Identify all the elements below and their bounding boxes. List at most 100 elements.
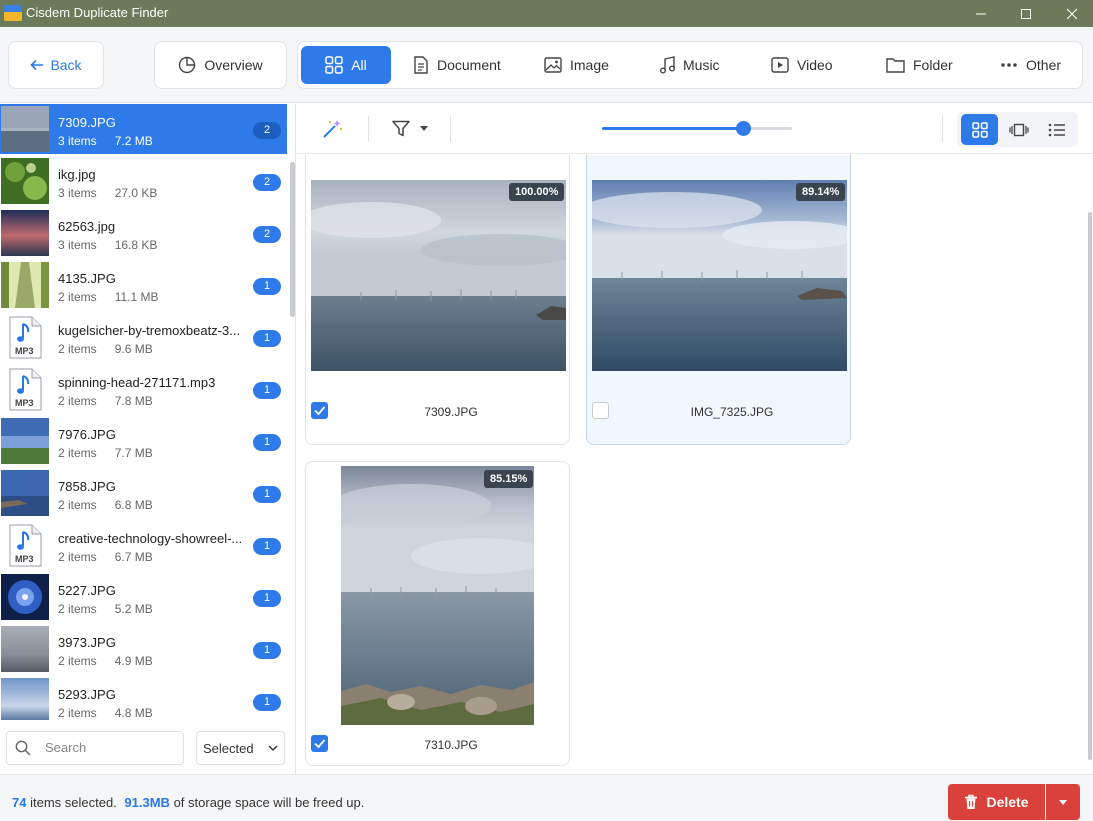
tab-document[interactable]: Document bbox=[413, 46, 501, 84]
count-badge: 1 bbox=[253, 382, 281, 399]
back-button[interactable]: Back bbox=[8, 41, 104, 89]
trash-icon bbox=[965, 794, 978, 809]
count-badge: 2 bbox=[253, 174, 281, 191]
duplicate-group-list: 7309.JPG 3 items 7.2 MB 2 ikg.jpg 3 items… bbox=[0, 104, 287, 720]
list-item[interactable]: ikg.jpg 3 items 27.0 KB 2 bbox=[0, 156, 287, 206]
thumbnail-image bbox=[1, 574, 49, 620]
delete-button[interactable]: Delete bbox=[948, 784, 1045, 820]
maximize-button[interactable] bbox=[1003, 0, 1049, 27]
thumbnail-image bbox=[1, 106, 49, 152]
sidebar-scrollbar[interactable] bbox=[290, 162, 295, 317]
list-item[interactable]: 3973.JPG 2 items 4.9 MB 1 bbox=[0, 624, 287, 674]
list-item[interactable]: MP3 creative-technology-showreel-... 2 i… bbox=[0, 520, 287, 570]
count-badge: 1 bbox=[253, 330, 281, 347]
count-badge: 2 bbox=[253, 226, 281, 243]
tab-image[interactable]: Image bbox=[544, 46, 609, 84]
window-title: Cisdem Duplicate Finder bbox=[26, 5, 169, 20]
item-meta: 3 items 27.0 KB bbox=[58, 186, 158, 200]
duplicate-files-grid: 100.00% 7309.JPG 89.14% IMG_7325.JPG 85.… bbox=[297, 155, 1093, 774]
close-icon bbox=[1066, 8, 1078, 19]
list-item[interactable]: 62563.jpg 3 items 16.8 KB 2 bbox=[0, 208, 287, 258]
view-mode-switch bbox=[957, 112, 1078, 147]
folder-icon bbox=[886, 58, 905, 73]
file-name: 7310.JPG bbox=[424, 738, 478, 752]
count-badge: 1 bbox=[253, 278, 281, 295]
select-checkbox[interactable] bbox=[311, 735, 328, 752]
list-item[interactable]: MP3 spinning-head-271171.mp3 2 items 7.8 … bbox=[0, 364, 287, 414]
file-card[interactable]: 100.00% 7309.JPG bbox=[305, 155, 570, 445]
item-name: creative-technology-showreel-... bbox=[58, 531, 243, 546]
delete-options-dropdown[interactable] bbox=[1046, 784, 1080, 820]
select-checkbox[interactable] bbox=[311, 402, 328, 419]
list-item[interactable]: 5293.JPG 2 items 4.8 MB 1 bbox=[0, 676, 287, 720]
item-name: 7309.JPG bbox=[58, 115, 116, 130]
tab-folder[interactable]: Folder bbox=[886, 46, 953, 84]
thumbnail-image bbox=[1, 678, 49, 720]
item-name: ikg.jpg bbox=[58, 167, 96, 182]
file-card[interactable]: 89.14% IMG_7325.JPG bbox=[586, 155, 851, 445]
close-button[interactable] bbox=[1049, 0, 1093, 27]
grid-view-icon bbox=[971, 121, 988, 138]
checkmark-icon bbox=[314, 739, 326, 749]
results-toolbar bbox=[297, 104, 1093, 154]
tab-music-label: Music bbox=[683, 57, 720, 73]
grid-icon bbox=[325, 56, 343, 74]
tab-all[interactable]: All bbox=[301, 46, 391, 84]
minimize-icon bbox=[976, 13, 986, 14]
thumbnail-size-slider[interactable] bbox=[602, 121, 792, 136]
selected-count-suffix: items selected. bbox=[30, 795, 117, 810]
selected-count: 74 bbox=[12, 795, 27, 810]
count-badge: 1 bbox=[253, 590, 281, 607]
list-view-button[interactable] bbox=[1038, 114, 1075, 145]
selection-filter-value: Selected bbox=[203, 741, 254, 756]
grid-view-button[interactable] bbox=[961, 114, 998, 145]
overview-button[interactable]: Overview bbox=[154, 41, 287, 89]
item-meta: 2 items 6.7 MB bbox=[58, 550, 153, 564]
list-item[interactable]: 4135.JPG 2 items 11.1 MB 1 bbox=[0, 260, 287, 310]
item-meta: 3 items 7.2 MB bbox=[58, 134, 153, 148]
mp3-file-icon: MP3 bbox=[1, 366, 49, 412]
list-item[interactable]: 5227.JPG 2 items 5.2 MB 1 bbox=[0, 572, 287, 622]
auto-select-button[interactable] bbox=[321, 118, 343, 143]
file-card[interactable]: 85.15% 7310.JPG bbox=[305, 461, 570, 766]
filter-dropdown[interactable] bbox=[392, 120, 428, 137]
top-toolbar: Back Overview All Document Image Music V… bbox=[0, 27, 1093, 103]
list-item[interactable]: 7309.JPG 3 items 7.2 MB 2 bbox=[0, 104, 287, 154]
selection-filter-dropdown[interactable]: Selected bbox=[196, 731, 285, 765]
file-preview-image bbox=[592, 180, 847, 371]
tab-other[interactable]: Other bbox=[1000, 46, 1061, 84]
music-note-icon bbox=[660, 56, 675, 74]
search-input[interactable] bbox=[45, 740, 175, 755]
list-item[interactable]: 7858.JPG 2 items 6.8 MB 1 bbox=[0, 468, 287, 518]
delete-label: Delete bbox=[986, 794, 1029, 810]
item-name: 7976.JPG bbox=[58, 427, 116, 442]
video-icon bbox=[771, 57, 789, 73]
item-meta: 2 items 4.9 MB bbox=[58, 654, 153, 668]
select-checkbox[interactable] bbox=[592, 402, 609, 419]
item-meta: 2 items 7.8 MB bbox=[58, 394, 153, 408]
slider-handle[interactable] bbox=[735, 121, 751, 136]
tab-music[interactable]: Music bbox=[659, 46, 720, 84]
tab-video[interactable]: Video bbox=[771, 46, 833, 84]
duplicate-group-sidebar: 7309.JPG 3 items 7.2 MB 2 ikg.jpg 3 items… bbox=[0, 104, 296, 774]
thumbnail-image bbox=[1, 626, 49, 672]
item-name: 3973.JPG bbox=[58, 635, 116, 650]
list-item[interactable]: MP3 kugelsicher-by-tremoxbeatz-3... 2 it… bbox=[0, 312, 287, 362]
category-tabs: All Document Image Music Video Folder Ot… bbox=[297, 41, 1083, 89]
count-badge: 1 bbox=[253, 434, 281, 451]
count-badge: 1 bbox=[253, 694, 281, 711]
list-item[interactable]: 7976.JPG 2 items 7.7 MB 1 bbox=[0, 416, 287, 466]
pie-chart-icon bbox=[179, 56, 196, 74]
minimize-button[interactable] bbox=[958, 0, 1004, 27]
item-meta: 2 items 6.8 MB bbox=[58, 498, 153, 512]
item-meta: 2 items 9.6 MB bbox=[58, 342, 153, 356]
count-badge: 2 bbox=[253, 122, 281, 139]
carousel-view-button[interactable] bbox=[1000, 114, 1037, 145]
count-badge: 1 bbox=[253, 538, 281, 555]
content-scrollbar[interactable] bbox=[1088, 212, 1092, 760]
svg-text:MP3: MP3 bbox=[15, 398, 34, 408]
thumbnail-image bbox=[1, 158, 49, 204]
freed-size: 91.3MB bbox=[124, 795, 170, 810]
title-bar: Cisdem Duplicate Finder bbox=[0, 0, 1093, 27]
item-name: kugelsicher-by-tremoxbeatz-3... bbox=[58, 323, 241, 338]
